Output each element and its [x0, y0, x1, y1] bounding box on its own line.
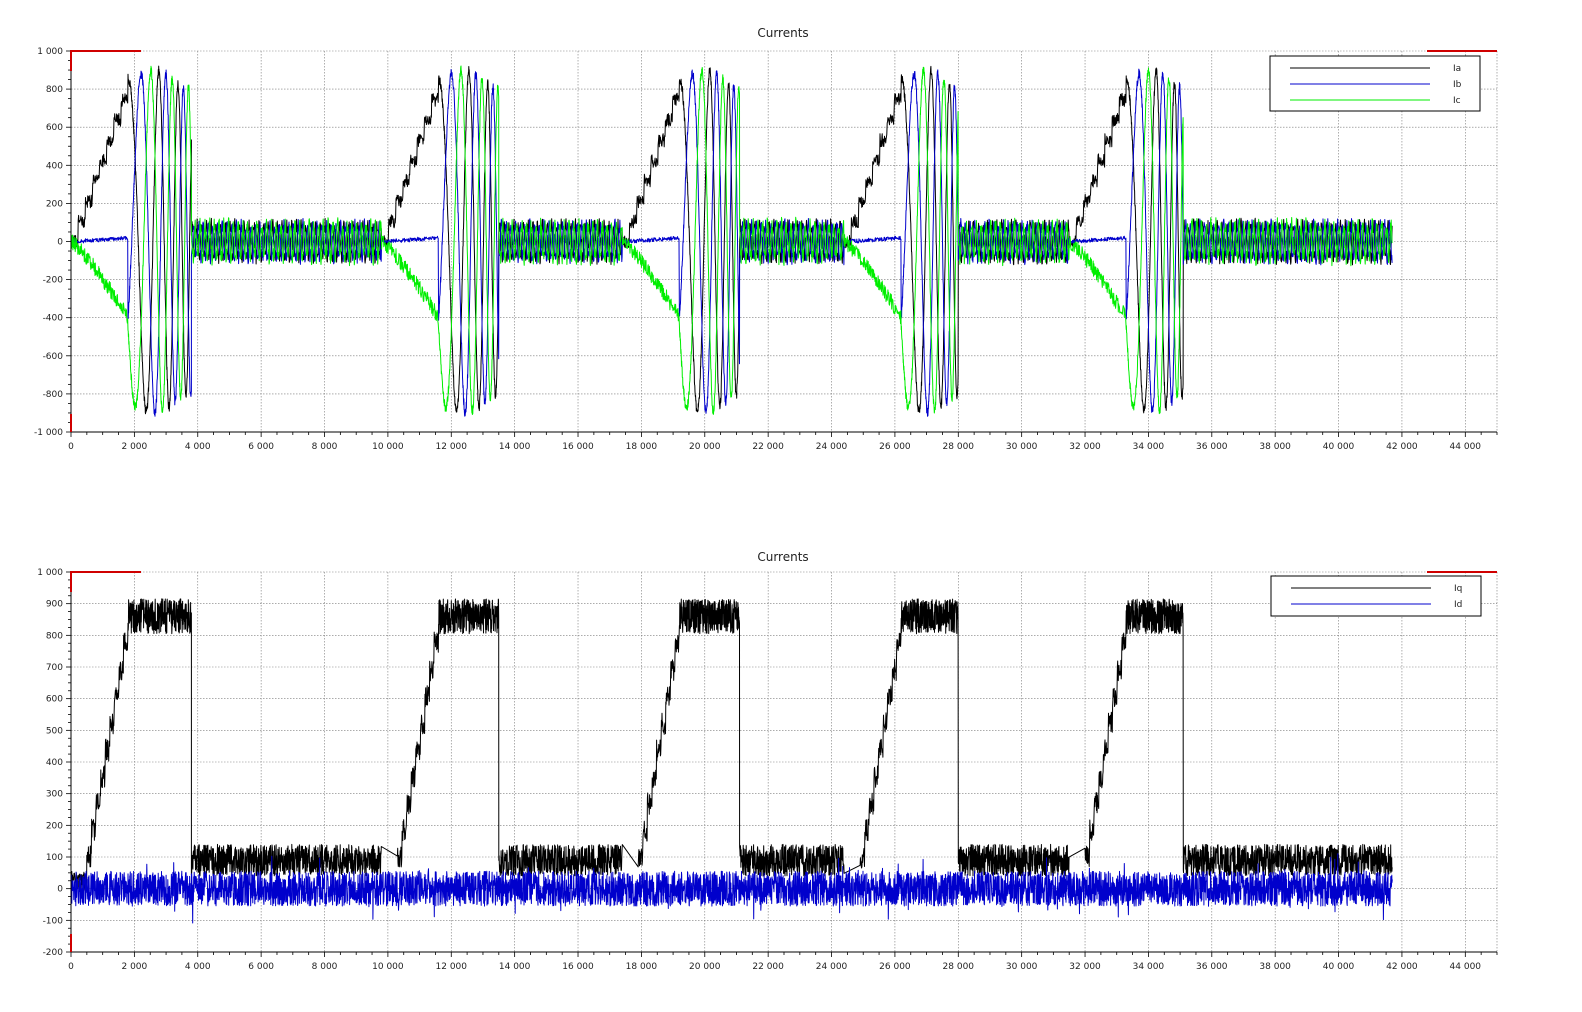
x-tick-label: 40 000	[1323, 962, 1355, 972]
x-tick-label: 44 000	[1450, 962, 1482, 972]
x-tick-label: 6 000	[248, 962, 274, 972]
x-tick-label: 26 000	[879, 442, 911, 452]
y-tick-label: 600	[46, 695, 63, 705]
x-tick-label: 42 000	[1386, 442, 1418, 452]
x-tick-label: 26 000	[879, 962, 911, 972]
x-tick-label: 8 000	[312, 442, 338, 452]
x-tick-label: 34 000	[1133, 442, 1165, 452]
x-tick-label: 20 000	[689, 962, 721, 972]
chart-currents-phase: Currents 0 2 000 4 000 6 000 8 000 10 000 12 0…	[34, 26, 1498, 452]
y-tick-label: 400	[46, 758, 63, 768]
x-tick-label: 14 000	[499, 442, 531, 452]
x-tick-label: 38 000	[1259, 962, 1291, 972]
chart-title: Currents	[757, 550, 808, 564]
x-tick-label: 0	[68, 442, 74, 452]
y-tick-label: -100	[43, 916, 64, 926]
y-tick-label: -800	[43, 390, 64, 400]
x-tick-label: 10 000	[372, 442, 404, 452]
x-tick-label: 10 000	[372, 962, 404, 972]
y-tick-label: 800	[46, 85, 63, 95]
x-tick-label: 30 000	[1006, 962, 1038, 972]
y-tick-label: 700	[46, 663, 63, 673]
x-tick-label: 0	[68, 962, 74, 972]
x-tick-label: 36 000	[1196, 442, 1228, 452]
y-tick-label: 500	[46, 726, 63, 736]
y-tick-label: -200	[43, 276, 64, 286]
x-tick-label: 14 000	[499, 962, 531, 972]
selection-corner-marker	[70, 50, 141, 71]
y-tick-label: 400	[46, 161, 63, 171]
x-tick-label: 24 000	[816, 962, 848, 972]
x-tick-label: 8 000	[312, 962, 338, 972]
x-tick-label: 24 000	[816, 442, 848, 452]
y-tick-label: -600	[43, 352, 64, 362]
x-tick-label: 4 000	[185, 962, 211, 972]
y-tick-label: 200	[46, 821, 63, 831]
y-tick-label: 1 000	[37, 568, 63, 578]
x-tick-label: 42 000	[1386, 962, 1418, 972]
x-tick-label: 12 000	[436, 962, 468, 972]
x-tick-label: 22 000	[752, 442, 784, 452]
x-tick-label: 32 000	[1069, 962, 1101, 972]
chart-figure: Currents 0 2 000 4 000 6 000 8 000 10 000 12 0…	[34, 26, 1498, 972]
x-tick-label: 2 000	[121, 962, 147, 972]
x-tick-label: 4 000	[185, 442, 211, 452]
legend: Ia Ib Ic	[1269, 55, 1481, 112]
x-tick-label: 30 000	[1006, 442, 1038, 452]
legend: Iq Id	[1270, 575, 1482, 617]
x-tick-label: 28 000	[943, 442, 975, 452]
chart-currents-dq: Currents 0 2 000 4 000 6 000 8 000 10 000 12 0…	[37, 550, 1498, 972]
y-tick-label: -400	[43, 314, 64, 324]
x-tick-label: 40 000	[1323, 442, 1355, 452]
y-tick-label: 0	[57, 238, 63, 248]
x-tick-label: 22 000	[752, 962, 784, 972]
x-tick-label: 2 000	[121, 442, 147, 452]
x-tick-label: 36 000	[1196, 962, 1228, 972]
x-tick-label: 16 000	[562, 442, 594, 452]
x-tick-label: 12 000	[436, 442, 468, 452]
y-tick-label: 0	[57, 885, 63, 895]
x-tick-label: 20 000	[689, 442, 721, 452]
x-tick-label: 6 000	[248, 442, 274, 452]
legend-label: Ib	[1453, 80, 1462, 90]
chart-title: Currents	[757, 26, 808, 40]
legend-label: Id	[1454, 600, 1462, 610]
x-tick-label: 44 000	[1450, 442, 1482, 452]
y-tick-label: 300	[46, 790, 63, 800]
x-tick-label: 16 000	[562, 962, 594, 972]
legend-label: Ia	[1453, 64, 1461, 74]
y-tick-label: 600	[46, 123, 63, 133]
series-line-iq	[70, 598, 1393, 891]
legend-label: Iq	[1454, 584, 1462, 594]
x-tick-label: 34 000	[1133, 962, 1165, 972]
y-tick-label: -200	[43, 948, 64, 958]
y-tick-label: -1 000	[34, 428, 63, 438]
legend-label: Ic	[1453, 96, 1461, 106]
x-tick-label: 38 000	[1259, 442, 1291, 452]
x-tick-label: 18 000	[626, 442, 658, 452]
selection-corner-marker	[70, 571, 141, 592]
y-tick-label: 100	[46, 853, 63, 863]
y-tick-label: 800	[46, 631, 63, 641]
legend-box	[1270, 575, 1482, 617]
x-tick-label: 28 000	[943, 962, 975, 972]
y-tick-label: 900	[46, 600, 63, 610]
x-tick-label: 32 000	[1069, 442, 1101, 452]
x-tick-label: 18 000	[626, 962, 658, 972]
y-tick-label: 1 000	[37, 47, 63, 57]
y-tick-label: 200	[46, 199, 63, 209]
